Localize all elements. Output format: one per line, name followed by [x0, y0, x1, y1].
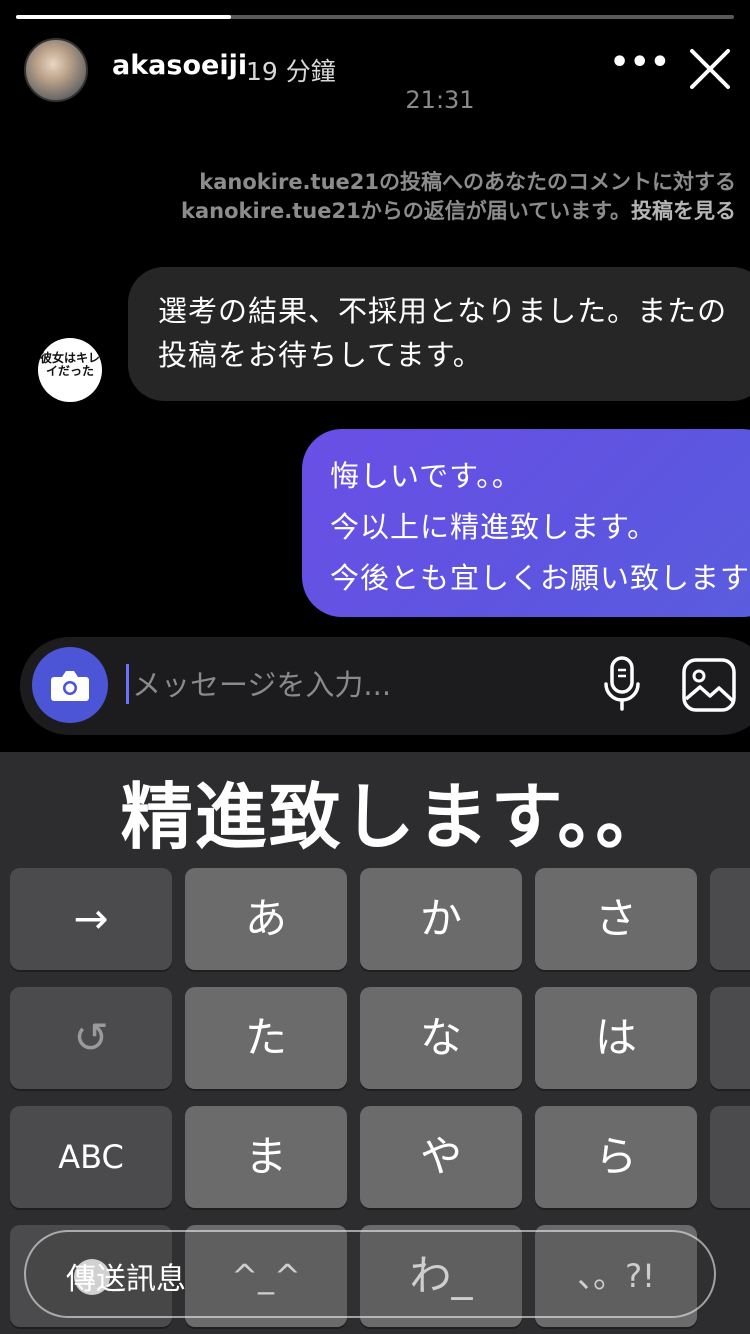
notice-line-1: kanokire.tue21の投稿へのあなたのコメントに対する [199, 170, 736, 194]
key-arrow[interactable]: → [10, 868, 172, 970]
key-a[interactable]: あ [185, 868, 347, 970]
key-ha[interactable]: は [535, 987, 697, 1089]
chat-timestamp: 21:31 [405, 86, 475, 114]
outgoing-message-bubble[interactable]: 悔しいです。。 今以上に精進致します。 今後とも宜しくお願い致します [302, 429, 750, 617]
outgoing-line-2: 今以上に精進致します。 [330, 510, 658, 544]
key-space[interactable] [710, 987, 750, 1089]
text-cursor [126, 664, 129, 704]
notice-line-2: kanokire.tue21からの返信が届いています。投稿を見る [96, 197, 736, 226]
outgoing-line-1: 悔しいです。。 [330, 459, 522, 493]
outgoing-line-3: 今後とも宜しくお願い致します [330, 561, 750, 595]
key-undo[interactable]: ↺ [10, 987, 172, 1089]
message-input[interactable] [132, 662, 572, 708]
more-options-icon[interactable]: ••• [610, 48, 670, 82]
sender-avatar[interactable]: 彼女はキレイだった [38, 338, 102, 402]
send-message-label[interactable]: 傳送訊息 [66, 1254, 186, 1298]
microphone-icon[interactable] [600, 654, 644, 714]
key-abc[interactable]: ABC [10, 1106, 172, 1208]
username[interactable]: akasoeiji [112, 50, 247, 81]
reply-notice: kanokire.tue21の投稿へのあなたのコメントに対する kanokire… [96, 168, 736, 226]
close-icon[interactable] [688, 47, 732, 91]
key-ta[interactable]: た [185, 987, 347, 1089]
key-ya[interactable]: や [360, 1106, 522, 1208]
story-progress-fill [16, 15, 232, 19]
story-caption: 精進致します。。 [120, 774, 670, 859]
notice-line-2-text: kanokire.tue21からの返信が届いています。 [181, 199, 631, 223]
camera-button[interactable] [32, 647, 108, 723]
key-ra[interactable]: ら [535, 1106, 697, 1208]
key-na[interactable]: な [360, 987, 522, 1089]
camera-icon [51, 671, 89, 701]
view-post-link[interactable]: 投稿を見る [631, 199, 736, 223]
key-ka[interactable]: か [360, 868, 522, 970]
incoming-message-bubble[interactable]: 選考の結果、不採用となりました。またの投稿をお待ちしてます。 [128, 267, 750, 401]
gallery-icon[interactable] [681, 657, 737, 713]
story-progress-bar [16, 15, 734, 19]
key-ma[interactable]: ま [185, 1106, 347, 1208]
post-time-ago: 19 分鐘 [246, 57, 336, 86]
key-delete[interactable] [710, 868, 750, 970]
key-enter[interactable] [710, 1106, 750, 1208]
key-sa[interactable]: さ [535, 868, 697, 970]
